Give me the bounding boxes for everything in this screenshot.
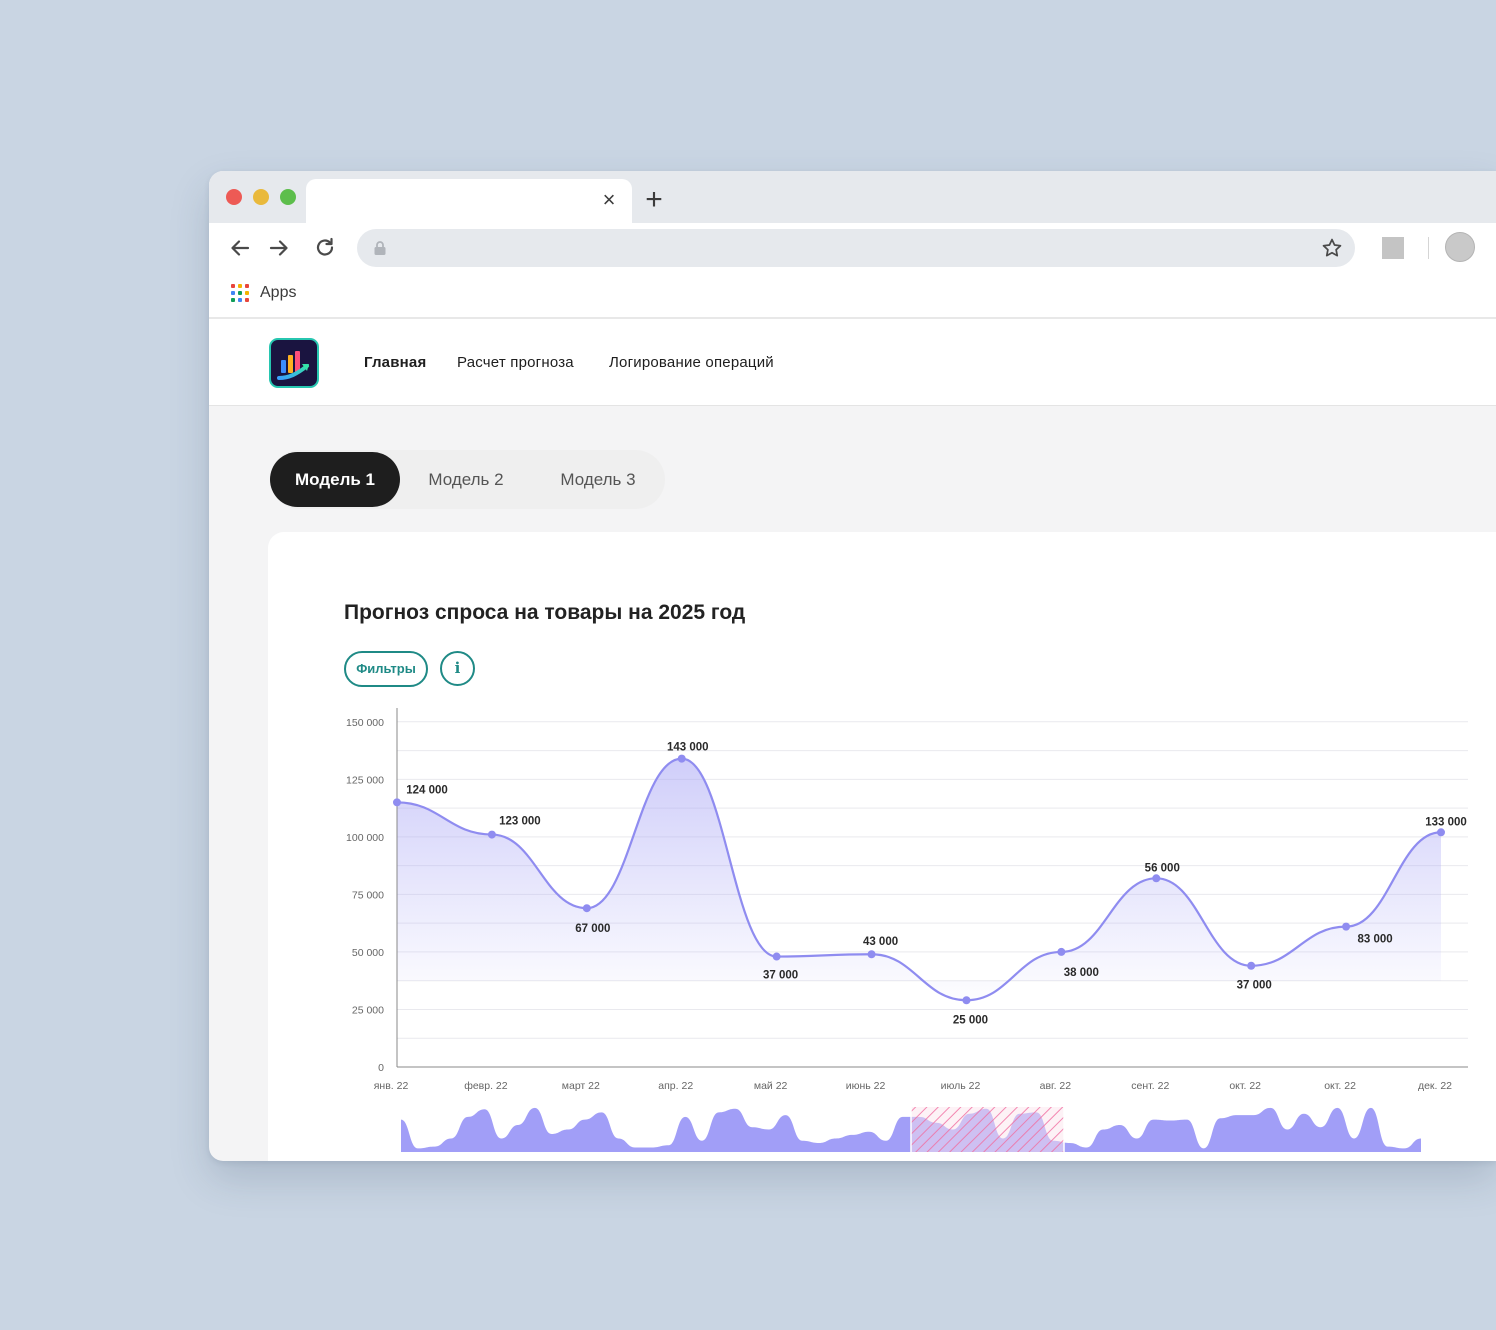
new-tab-button[interactable]: +: [641, 185, 667, 215]
minimize-window-button[interactable]: [253, 189, 269, 205]
y-tick-label: 50 000: [352, 947, 384, 959]
reload-icon[interactable]: [312, 235, 338, 261]
y-tick-label: 75 000: [352, 889, 384, 901]
tab-model-3[interactable]: Модель 3: [542, 452, 654, 507]
data-label: 83 000: [1357, 934, 1392, 946]
data-label: 25 000: [953, 1014, 988, 1026]
address-bar[interactable]: [357, 229, 1355, 267]
bookmarks-bar: Apps: [209, 273, 1496, 319]
data-label: 38 000: [1064, 967, 1099, 979]
apps-bookmark[interactable]: Apps: [260, 284, 296, 302]
forward-arrow-icon[interactable]: [266, 235, 292, 261]
x-tick-label: июнь 22: [846, 1080, 886, 1092]
toolbar-divider: [1428, 237, 1429, 259]
x-tick-label: март 22: [562, 1080, 600, 1092]
nav-operations-log[interactable]: Логирование операций: [609, 354, 774, 371]
nav-home[interactable]: Главная: [364, 354, 426, 371]
site-header: Главная Расчет прогноза Логирование опер…: [209, 319, 1496, 406]
data-label: 124 000: [406, 784, 448, 796]
navigator-selection[interactable]: [911, 1107, 1064, 1152]
browser-tab[interactable]: ×: [306, 179, 632, 223]
data-point: [1057, 947, 1066, 956]
x-tick-label: авг. 22: [1040, 1080, 1072, 1092]
data-label: 37 000: [763, 970, 798, 982]
forecast-card: Прогноз спроса на товары на 2025 год Фил…: [268, 532, 1496, 1161]
x-axis-ticks: янв. 22 февр. 22 март 22 апр. 22 май 22 июнь …: [374, 1080, 1452, 1092]
tab-model-2[interactable]: Модель 2: [410, 452, 522, 507]
y-tick-label: 150 000: [346, 717, 384, 729]
bookmark-star-icon[interactable]: [1321, 237, 1343, 264]
data-point: [677, 754, 686, 763]
x-tick-label: май 22: [754, 1080, 788, 1092]
data-label: 37 000: [1237, 980, 1272, 992]
data-label: 133 000: [1425, 816, 1467, 828]
browser-toolbar: [209, 223, 1496, 273]
data-point: [393, 798, 401, 807]
demand-forecast-chart: 0 25 000 50 000 75 000 100 000 125 000 150 000…: [346, 708, 1468, 1152]
data-point: [1437, 828, 1445, 837]
extension-icon[interactable]: [1382, 237, 1404, 259]
x-tick-label: сент. 22: [1131, 1080, 1169, 1092]
x-tick-label: апр. 22: [658, 1080, 693, 1092]
browser-window: × + Apps Главная Расчет прогноза Логиров…: [209, 171, 1496, 1161]
y-tick-label: 0: [378, 1062, 384, 1074]
data-point: [1247, 961, 1256, 970]
chart-grid: [397, 721, 1468, 1039]
x-tick-label: янв. 22: [374, 1080, 409, 1092]
browser-tab-strip: × +: [209, 171, 1496, 223]
data-label: 43 000: [863, 936, 898, 948]
data-label: 123 000: [499, 816, 541, 828]
data-label: 56 000: [1145, 862, 1180, 874]
profile-avatar-icon[interactable]: [1445, 232, 1475, 262]
data-point: [582, 904, 591, 913]
close-window-button[interactable]: [226, 189, 242, 205]
back-arrow-icon[interactable]: [227, 235, 253, 261]
apps-grid-icon[interactable]: [231, 284, 249, 302]
x-tick-label: окт. 22: [1229, 1080, 1261, 1092]
maximize-window-button[interactable]: [280, 189, 296, 205]
data-point: [487, 830, 496, 839]
data-point: [1152, 874, 1161, 883]
model-tabs: Модель 1 Модель 2 Модель 3: [270, 450, 665, 509]
data-point: [772, 952, 781, 961]
x-tick-label: окт. 22: [1324, 1080, 1356, 1092]
forecast-area: [397, 758, 1441, 1001]
data-label: 143 000: [667, 742, 709, 754]
app-logo-icon[interactable]: [269, 338, 319, 388]
x-tick-label: дек. 22: [1418, 1080, 1452, 1092]
data-point: [1342, 922, 1351, 931]
lock-icon: [373, 240, 387, 261]
y-tick-label: 125 000: [346, 774, 384, 786]
nav-forecast-calculation[interactable]: Расчет прогноза: [457, 354, 574, 371]
data-point: [962, 996, 971, 1005]
y-axis-ticks: 0 25 000 50 000 75 000 100 000 125 000 150 000: [346, 717, 384, 1074]
x-tick-label: февр. 22: [464, 1080, 508, 1092]
y-tick-label: 100 000: [346, 832, 384, 844]
x-tick-label: июль 22: [941, 1080, 981, 1092]
data-label: 67 000: [575, 923, 610, 935]
close-icon[interactable]: ×: [598, 189, 620, 211]
data-point: [867, 950, 876, 959]
y-tick-label: 25 000: [352, 1004, 384, 1016]
range-navigator[interactable]: [401, 1107, 1421, 1152]
tab-model-1[interactable]: Модель 1: [270, 452, 400, 507]
